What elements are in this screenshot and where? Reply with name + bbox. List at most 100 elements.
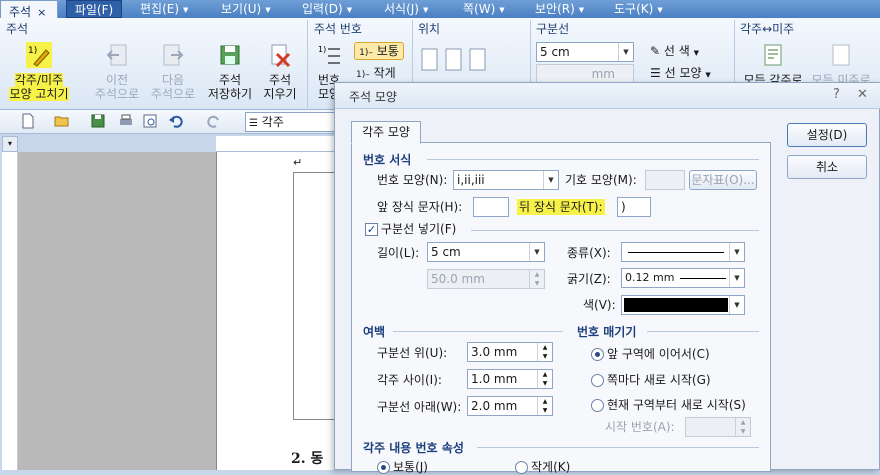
line-color-select[interactable]: ▼ (621, 295, 745, 315)
divider (307, 20, 308, 108)
line-shape-icon: ☰ (650, 66, 661, 80)
footnote-shape-label-1: 각주/미주 (14, 73, 64, 87)
convert-to-footnote-button[interactable]: 모든 각주로 (742, 42, 804, 87)
margin-between-input[interactable]: 1.0 mm ▲ ▼ (467, 369, 553, 389)
help-icon[interactable]: ? (833, 87, 840, 102)
arrow-right-icon (163, 44, 184, 66)
document-text-line: 2. 동 (291, 451, 324, 467)
radio-content-small[interactable] (515, 461, 528, 474)
page-icon (421, 48, 438, 71)
open-folder-icon[interactable] (54, 113, 70, 129)
symbol-shape-label: 기호 모양(M): (565, 173, 637, 187)
number-list-icon: 1) (318, 45, 340, 64)
line-width-select[interactable]: 0.12 mm ▼ (621, 268, 745, 288)
menu-input[interactable]: 입력(D) ▼ (302, 0, 352, 18)
length-mm-field[interactable]: 50.0 mm ▲ ▼ (427, 269, 545, 289)
footnote-shape-label-2: 모양 고치기 (9, 87, 69, 101)
chevron-down-icon: ▼ (729, 296, 744, 314)
document-page[interactable]: ↵ 2. 동 (216, 152, 343, 470)
solid-line-icon (680, 278, 726, 279)
length-select[interactable]: 5 cm ▼ (427, 242, 545, 262)
print-icon[interactable] (118, 113, 134, 129)
cancel-button[interactable]: 취소 (787, 155, 867, 179)
chevron-down-icon: ▼ (618, 43, 633, 61)
set-button[interactable]: 설정(D) (787, 123, 867, 147)
menu-file[interactable]: 파일(F) (66, 0, 122, 18)
menu-security[interactable]: 보안(R) ▼ (535, 0, 584, 18)
length-label: 길이(L): (377, 246, 420, 260)
margin-below-input[interactable]: 2.0 mm ▲ ▼ (467, 396, 553, 416)
radio-per-page[interactable] (591, 374, 604, 387)
suffix-input[interactable]: ) (617, 197, 651, 217)
chevron-down-icon: ▼ (529, 243, 544, 261)
chevron-down-icon: ▼ (729, 243, 744, 261)
document-background (18, 152, 216, 470)
convert-to-endnote-button[interactable]: 모든 미주로 (810, 42, 872, 87)
menu-bar: 주석 × 파일(F) 편집(E) ▼ 보기(U) ▼ 입력(D) ▼ 서식(J) ▼ 쪽(… (0, 0, 880, 20)
save-icon (220, 45, 240, 65)
number-shape-label: 번호 모양(N): (377, 173, 448, 187)
menu-view[interactable]: 보기(U) ▼ (221, 0, 271, 18)
chevron-down-icon: ▼ (543, 171, 558, 189)
new-document-icon[interactable] (20, 113, 36, 129)
start-number-input[interactable]: ▲ ▼ (685, 417, 751, 437)
delete-note-button[interactable]: 주석 지우기 (258, 42, 302, 101)
redo-icon[interactable] (206, 113, 222, 129)
undo-icon[interactable] (168, 113, 184, 129)
menu-page[interactable]: 쪽(W) ▼ (463, 0, 505, 18)
line-shape-button[interactable]: ☰ 선 모양 ▼ (650, 66, 730, 82)
footnote-shape-button[interactable]: 1) 각주/미주 모양 고치기 (6, 42, 72, 101)
number-shape-select[interactable]: i,ii,iii ▼ (453, 170, 559, 190)
section-title-margin: 여백 (363, 325, 386, 339)
divider (427, 159, 759, 160)
group-title-position: 위치 (418, 22, 441, 36)
margin-above-label: 구분선 위(U): (377, 346, 448, 360)
menu-tools[interactable]: 도구(K) ▼ (614, 0, 663, 18)
line-type-select[interactable]: ▼ (621, 242, 745, 262)
separator-length-select[interactable]: 5 cm ▼ (536, 42, 634, 62)
tab-annotation[interactable]: 주석 × (0, 0, 58, 20)
chevron-down-icon: ▼ (499, 5, 505, 14)
separator-checkbox[interactable]: ✓ (365, 223, 378, 236)
start-number-label: 시작 번호(A): (605, 420, 675, 434)
margin-below-label: 구분선 아래(W): (377, 400, 462, 414)
arrow-left-icon (106, 44, 127, 66)
radio-from-section-label: 현재 구역부터 새로 시작(S) (607, 398, 746, 412)
menu-format[interactable]: 서식(J) ▼ (384, 0, 428, 18)
style-select[interactable]: ☰ 각주 (245, 112, 337, 132)
group-title-annotation: 주석 (6, 22, 29, 36)
divider (647, 331, 759, 332)
prev-note-button[interactable]: 이전 주석으로 (90, 42, 144, 101)
group-title-convert: 각주↔미주 (740, 22, 795, 36)
footnote-shape-dialog: 주석 모양 ? ✕ 각주 모양 설정(D) 취소 번호 서식 번호 모양(N):… (334, 82, 880, 474)
line-color-button[interactable]: ✎ 선 색 ▼ (650, 44, 730, 60)
vertical-ruler (2, 152, 18, 470)
solid-line-icon (628, 252, 724, 253)
tab-footnote-shape[interactable]: 각주 모양 (351, 121, 421, 144)
radio-from-section[interactable] (591, 399, 604, 412)
color-swatch (624, 298, 728, 312)
radio-content-normal[interactable] (377, 461, 390, 474)
margin-between-label: 각주 사이(I): (377, 373, 442, 387)
chevron-down-icon: ▼ (657, 5, 663, 14)
preview-icon[interactable] (142, 113, 158, 129)
prefix-input[interactable] (473, 197, 509, 217)
margin-above-input[interactable]: 3.0 mm ▲ ▼ (467, 342, 553, 362)
chevron-down-icon: ▼ (729, 269, 744, 287)
save-note-button[interactable]: 주석 저장하기 (204, 42, 256, 101)
close-icon[interactable]: ✕ (857, 87, 868, 102)
number-normal-button[interactable]: 1)– 보통 (354, 42, 404, 60)
save-icon[interactable] (90, 113, 106, 129)
svg-text:1): 1) (318, 45, 326, 54)
symbol-shape-field[interactable] (645, 170, 685, 190)
group-title-separator: 구분선 (536, 22, 570, 36)
ruler-toggle-icon[interactable]: ▾ (2, 136, 18, 152)
radio-continue[interactable] (591, 348, 604, 361)
line-color-icon: ✎ (650, 44, 661, 58)
separator-mm-field[interactable]: mm (536, 64, 634, 84)
menu-edit[interactable]: 편집(E) ▼ (140, 0, 188, 18)
char-table-button[interactable]: 문자표(O)... (689, 170, 757, 190)
next-note-button[interactable]: 다음 주석으로 (146, 42, 200, 101)
page-icon (469, 48, 486, 71)
number-small-button[interactable]: 1)– 작게 (356, 66, 406, 82)
